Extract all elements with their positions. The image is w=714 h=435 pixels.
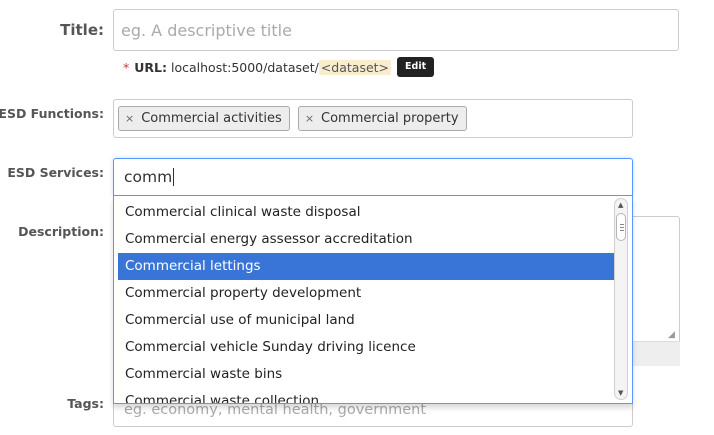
title-label: Title: bbox=[60, 21, 104, 39]
esd-functions-label: ESD Functions: bbox=[0, 106, 104, 121]
description-toolbar bbox=[632, 341, 680, 366]
dropdown-results: Commercial clinical waste disposal Comme… bbox=[114, 196, 616, 403]
remove-tag-icon[interactable]: × bbox=[305, 112, 314, 125]
text-caret bbox=[173, 168, 175, 186]
tags-label: Tags: bbox=[67, 396, 104, 411]
scroll-down-icon[interactable]: ▼ bbox=[618, 389, 623, 397]
description-label: Description: bbox=[18, 224, 104, 239]
function-tag: × Commercial activities bbox=[118, 106, 290, 131]
dropdown-option[interactable]: Commercial waste collection bbox=[118, 388, 616, 403]
function-tag: × Commercial property bbox=[297, 106, 467, 131]
title-input[interactable] bbox=[113, 9, 679, 51]
dropdown-option[interactable]: Commercial property development bbox=[118, 280, 616, 307]
esd-services-search-text: comm bbox=[124, 168, 173, 186]
esd-services-dropdown: Commercial clinical waste disposal Comme… bbox=[113, 196, 633, 404]
url-slug: <dataset> bbox=[318, 59, 392, 75]
scroll-up-icon[interactable]: ▲ bbox=[618, 201, 623, 209]
edit-url-button[interactable]: Edit bbox=[397, 57, 435, 77]
esd-functions-field[interactable]: × Commercial activities × Commercial pro… bbox=[113, 99, 633, 138]
url-label: URL: bbox=[134, 59, 167, 75]
dropdown-option[interactable]: Commercial vehicle Sunday driving licenc… bbox=[118, 334, 616, 361]
function-tag-label: Commercial property bbox=[321, 111, 459, 126]
dropdown-option[interactable]: Commercial energy assessor accreditation bbox=[118, 226, 616, 253]
dropdown-option-highlighted[interactable]: Commercial lettings bbox=[118, 253, 616, 280]
esd-services-label: ESD Services: bbox=[7, 165, 104, 180]
dropdown-option[interactable]: Commercial use of municipal land bbox=[118, 307, 616, 334]
dropdown-scrollbar[interactable]: ▲ ▼ bbox=[614, 198, 628, 400]
function-tag-label: Commercial activities bbox=[141, 111, 282, 126]
dropdown-option[interactable]: Commercial clinical waste disposal bbox=[118, 199, 616, 226]
url-prefix: localhost:5000/dataset/ bbox=[171, 59, 319, 75]
url-row: * URL: localhost:5000/dataset/ <dataset>… bbox=[123, 57, 435, 77]
dropdown-option[interactable]: Commercial waste bins bbox=[118, 361, 616, 388]
remove-tag-icon[interactable]: × bbox=[125, 112, 134, 125]
esd-services-field[interactable]: comm bbox=[113, 158, 633, 196]
required-marker: * bbox=[123, 59, 130, 75]
scroll-thumb[interactable] bbox=[616, 213, 626, 241]
resize-grip-icon[interactable]: ◢ bbox=[668, 330, 675, 340]
